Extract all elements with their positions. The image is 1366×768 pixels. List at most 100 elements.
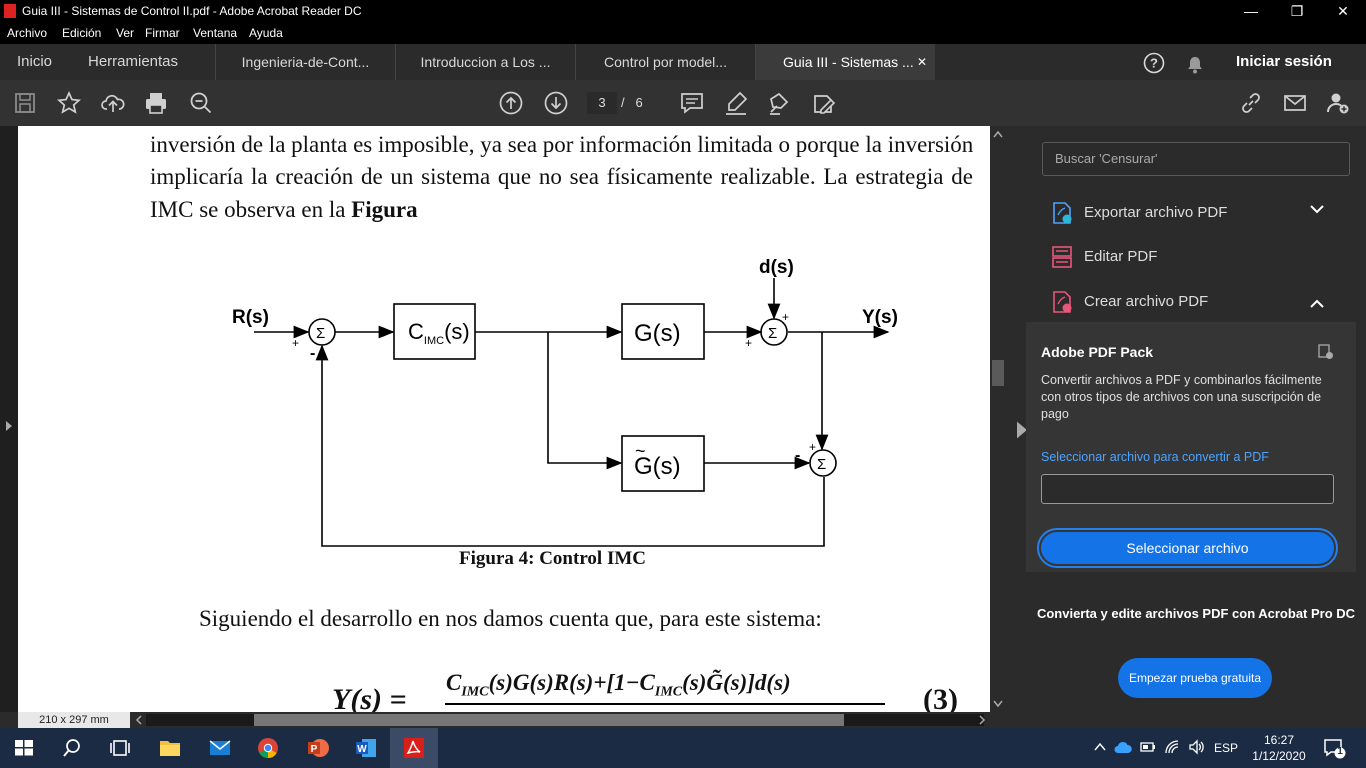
sum2-plus-top: + bbox=[782, 310, 789, 324]
taskbar-powerpoint[interactable]: P bbox=[294, 728, 342, 768]
doc-paragraph: Siguiendo el desarrollo en nos damos cue… bbox=[199, 606, 822, 631]
add-user-icon[interactable] bbox=[1325, 90, 1351, 116]
save-icon[interactable] bbox=[12, 90, 38, 116]
taskbar-clock[interactable]: 16:27 1/12/2020 bbox=[1246, 732, 1312, 764]
print-icon[interactable] bbox=[143, 90, 169, 116]
windows-logo-icon bbox=[15, 740, 33, 756]
sum-symbol-1: Σ bbox=[316, 325, 325, 342]
task-view-button[interactable] bbox=[96, 728, 144, 768]
clock-time: 16:27 bbox=[1263, 733, 1295, 747]
window-title: Guia III - Sistemas de Control II.pdf - … bbox=[22, 4, 362, 18]
search-icon bbox=[63, 739, 80, 757]
help-icon[interactable]: ? bbox=[1143, 51, 1165, 74]
document-viewer[interactable]: inversión de la planta es imposible, ya … bbox=[0, 126, 1006, 712]
wifi-icon[interactable] bbox=[1164, 739, 1180, 755]
bell-icon[interactable] bbox=[1185, 52, 1205, 74]
document-horizontal-scroll-thumb[interactable] bbox=[254, 714, 844, 726]
model-tilde: ~ bbox=[635, 441, 646, 461]
pdf-pack-title: Adobe PDF Pack bbox=[1041, 344, 1154, 360]
sign-pen-icon[interactable] bbox=[767, 90, 793, 116]
page-size-label: 210 x 297 mm bbox=[18, 712, 130, 728]
edit-pdf-icon bbox=[1052, 246, 1072, 268]
branch-to-model-arrow bbox=[547, 332, 623, 470]
fill-sign-icon[interactable] bbox=[811, 90, 837, 116]
tab-document-1[interactable]: Ingenieria-de-Cont... bbox=[215, 44, 395, 80]
windows-taskbar: P W ESP 16:27 1/12/2020 1 bbox=[0, 728, 1366, 768]
pdf-pack-settings-icon[interactable] bbox=[1318, 344, 1334, 360]
page-number-input[interactable]: 3 bbox=[587, 92, 617, 114]
language-indicator[interactable]: ESP bbox=[1214, 741, 1238, 755]
tools-search-input[interactable]: Buscar 'Censurar' bbox=[1042, 142, 1350, 176]
tab-document-active[interactable]: Guia III - Sistemas ... ✕ bbox=[755, 44, 935, 80]
eq-rest2: (s)G̃(s)]d(s) bbox=[682, 670, 791, 695]
onedrive-icon[interactable] bbox=[1114, 740, 1132, 754]
close-window-button[interactable]: ✕ bbox=[1320, 0, 1366, 22]
export-pdf-icon bbox=[1053, 202, 1072, 224]
taskbar-word[interactable]: W bbox=[342, 728, 390, 768]
zoom-icon[interactable] bbox=[188, 90, 214, 116]
sign-in-button[interactable]: Iniciar sesión bbox=[1236, 44, 1332, 80]
chrome-icon bbox=[258, 738, 278, 759]
taskbar-mail[interactable] bbox=[196, 728, 244, 768]
menu-ayuda[interactable]: Ayuda bbox=[249, 26, 283, 40]
document-vertical-scrollbar[interactable] bbox=[990, 126, 1006, 712]
equation-lhs: Y(s) = bbox=[332, 683, 407, 712]
tools-pane: Buscar 'Censurar' Exportar archivo PDF E… bbox=[1006, 126, 1366, 728]
menu-edicion[interactable]: Edición bbox=[62, 26, 101, 40]
share-link-icon[interactable] bbox=[1238, 90, 1264, 116]
menu-ventana[interactable]: Ventana bbox=[193, 26, 237, 40]
tab-herramientas[interactable]: Herramientas bbox=[88, 44, 178, 80]
selected-file-field[interactable] bbox=[1041, 474, 1334, 504]
previous-page-icon[interactable] bbox=[498, 90, 524, 116]
minimize-button[interactable]: — bbox=[1228, 0, 1274, 22]
acrobat-icon bbox=[404, 738, 424, 758]
document-horizontal-scrollbar[interactable] bbox=[146, 714, 984, 726]
highlight-pen-icon[interactable] bbox=[723, 90, 749, 116]
feedback-arrow bbox=[315, 344, 825, 547]
select-file-button[interactable]: Seleccionar archivo bbox=[1037, 528, 1338, 568]
upload-cloud-icon[interactable] bbox=[100, 90, 126, 116]
figure-caption: Figura 4: Control IMC bbox=[459, 548, 646, 569]
volume-icon[interactable] bbox=[1188, 739, 1206, 755]
folder-icon bbox=[160, 741, 180, 756]
chevron-up-icon[interactable] bbox=[1308, 296, 1326, 314]
bookmark-star-icon[interactable] bbox=[56, 90, 82, 116]
comment-icon[interactable] bbox=[679, 90, 705, 116]
sum-symbol-2: Σ bbox=[768, 325, 777, 342]
notification-count: 1 bbox=[1337, 746, 1343, 757]
disturbance-label: d(s) bbox=[759, 257, 794, 278]
left-pane-collapsed bbox=[0, 126, 18, 712]
menu-ver[interactable]: Ver bbox=[116, 26, 134, 40]
taskbar-chrome[interactable] bbox=[244, 728, 292, 768]
tab-document-2[interactable]: Introduccion a Los ... bbox=[395, 44, 575, 80]
sum2-plus-left: + bbox=[745, 336, 752, 350]
title-bar: Guia III - Sistemas de Control II.pdf - … bbox=[0, 0, 1366, 22]
close-tab-icon[interactable]: ✕ bbox=[917, 44, 927, 80]
tab-inicio[interactable]: Inicio bbox=[17, 44, 52, 80]
taskbar-acrobat-active[interactable] bbox=[390, 728, 438, 768]
taskbar-file-explorer[interactable] bbox=[146, 728, 194, 768]
free-trial-button[interactable]: Empezar prueba gratuita bbox=[1118, 658, 1272, 698]
tool-export-pdf-label: Exportar archivo PDF bbox=[1084, 204, 1228, 221]
menu-archivo[interactable]: Archivo bbox=[7, 26, 47, 40]
show-hidden-icons-icon[interactable] bbox=[1094, 742, 1106, 752]
status-bar: 210 x 297 mm bbox=[0, 712, 1006, 728]
taskbar-search-button[interactable] bbox=[48, 728, 96, 768]
input-label: R(s) bbox=[232, 307, 269, 328]
next-page-icon[interactable] bbox=[543, 90, 569, 116]
document-vertical-scroll-thumb[interactable] bbox=[992, 360, 1004, 386]
battery-icon[interactable] bbox=[1140, 741, 1156, 753]
action-center-button[interactable]: 1 bbox=[1322, 736, 1346, 760]
restore-button[interactable]: ❐ bbox=[1274, 0, 1320, 22]
tab-document-3[interactable]: Control por model... bbox=[575, 44, 755, 80]
sum-symbol-3: Σ bbox=[817, 456, 826, 473]
chevron-down-icon[interactable] bbox=[1308, 204, 1326, 222]
menu-firmar[interactable]: Firmar bbox=[145, 26, 180, 40]
clock-date: 1/12/2020 bbox=[1252, 749, 1306, 763]
acrobat-app-icon bbox=[4, 4, 16, 18]
equation-numerator: CIMC(s)G(s)R(s)+[1−CIMC(s)G̃(s)]d(s) bbox=[446, 670, 791, 701]
pdf-page: inversión de la planta es imposible, ya … bbox=[18, 126, 990, 712]
start-button[interactable] bbox=[0, 728, 48, 768]
select-file-link[interactable]: Seleccionar archivo para convertir a PDF bbox=[1041, 450, 1269, 464]
email-icon[interactable] bbox=[1282, 90, 1308, 116]
